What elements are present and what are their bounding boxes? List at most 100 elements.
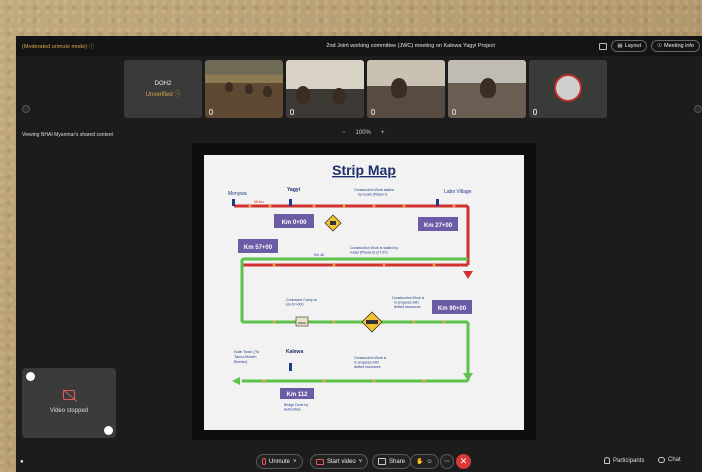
self-view-expand-icon[interactable] <box>104 426 113 435</box>
strip-map-graphic: Strip Map Monywa Yagyi Labo Village 68 k… <box>228 162 473 412</box>
mic-icon <box>371 109 375 115</box>
kalewa-label: Kalewa <box>286 349 303 355</box>
raise-hand-icon: ✋ <box>416 459 424 465</box>
start-video-button[interactable]: Start video ˅ <box>310 454 369 469</box>
camera-off-icon <box>63 390 75 400</box>
work-stalled-sign-icon <box>324 214 342 232</box>
moderated-mode-status[interactable]: (Moderated unmute mode) ⓘ <box>22 42 222 50</box>
shield-icon: ☉ <box>657 43 663 49</box>
person-figure <box>296 86 310 104</box>
reactions-button[interactable]: ✋ ☺ <box>410 454 439 469</box>
participant-tile-video[interactable] <box>205 60 283 118</box>
km-27-label: Km 27+00 <box>424 223 453 229</box>
share-view-bar: Viewing NHAI Myanmar's shared content − … <box>16 128 702 142</box>
zoom-in-button[interactable]: + <box>381 130 385 136</box>
layout-button[interactable]: ▤ Layout <box>611 40 648 52</box>
person-figure <box>245 84 253 94</box>
kale-town-label: Kale Town (To Tamu-Moreh Border) <box>234 349 260 364</box>
meeting-title: 2nd Joint working committee (JWC) meetin… <box>326 43 495 49</box>
more-left-icon[interactable]: ● <box>20 454 24 469</box>
location-marker <box>436 199 439 206</box>
location-marker <box>232 199 235 206</box>
chat-label: Chat <box>668 457 681 463</box>
yagyi-label: Yagyi <box>287 187 301 193</box>
meeting-info-button[interactable]: ☉ Meeting info <box>651 40 700 52</box>
participant-tile-logo[interactable] <box>529 60 607 118</box>
participant-unverified-badge: Unverified ⓘ <box>145 91 181 98</box>
layout-label: Layout <box>624 43 642 49</box>
participants-button[interactable]: Participants <box>604 457 644 464</box>
participants-label: Participants <box>613 457 645 464</box>
chat-button[interactable]: Chat <box>658 457 681 463</box>
route-arrowhead <box>232 377 240 385</box>
title-bar: (Moderated unmute mode) ⓘ 2nd Joint work… <box>16 36 702 56</box>
bridge-note: Bridge Done by Authorities <box>284 403 308 412</box>
self-view-menu-icon[interactable] <box>26 372 35 381</box>
km-57-label: Km 57+00 <box>244 245 273 251</box>
zoom-controls: − 100% + <box>342 130 384 136</box>
zoom-level: 100% <box>355 130 371 136</box>
note-contractor-camp: Contractor Camp at km 67+000 <box>286 298 317 307</box>
share-button[interactable]: Share <box>372 454 412 469</box>
km-68-label: 68 km <box>254 200 264 204</box>
note-stalled-phase-1: Construction Work stalled by locals (Phas… <box>354 188 394 197</box>
share-label: Share <box>389 458 406 465</box>
labo-village-label: Labo Village <box>444 189 472 195</box>
self-view-tile[interactable]: Video stopped <box>22 368 116 438</box>
unmute-label: Unmute <box>269 458 291 465</box>
strip-prev-arrow-icon[interactable] <box>22 105 30 113</box>
chevron-down-icon[interactable]: ˅ <box>293 459 297 465</box>
person-figure <box>480 78 496 98</box>
end-call-button[interactable]: ✕ <box>456 454 471 469</box>
shared-content-slide: Strip Map Monywa Yagyi Labo Village 68 k… <box>192 143 536 440</box>
participant-tile-doh2[interactable]: DOH2 Unverified ⓘ <box>124 60 202 118</box>
mic-muted-icon <box>262 458 266 465</box>
mic-icon <box>452 109 456 115</box>
viewing-shared-content-label: Viewing NHAI Myanmar's shared content <box>22 132 113 138</box>
monywa-label: Monywa <box>228 191 247 197</box>
note-in-progress-2: Construction Work is in progress with limi… <box>354 356 386 369</box>
more-icon: ⋯ <box>444 459 450 465</box>
chat-icon <box>658 457 665 463</box>
unmute-button[interactable]: Unmute ˅ <box>256 454 303 469</box>
mic-icon <box>209 109 213 115</box>
note-stalled-phase-2: Construction Work is stalled by locals (P… <box>350 246 398 255</box>
participant-tile-video[interactable] <box>448 60 526 118</box>
meeting-info-label: Meeting info <box>664 43 694 49</box>
close-icon: ✕ <box>459 456 468 466</box>
zoom-out-button[interactable]: − <box>342 130 346 136</box>
camp-sign-icon <box>295 316 309 327</box>
participant-tile-video[interactable] <box>367 60 445 118</box>
grid-icon[interactable] <box>599 42 608 50</box>
person-figure <box>391 78 407 98</box>
mic-icon <box>290 109 294 115</box>
strip-map-title: Strip Map <box>332 162 396 178</box>
meeting-window: (Moderated unmute mode) ⓘ 2nd Joint work… <box>16 36 702 472</box>
participant-tile-video[interactable] <box>286 60 364 118</box>
organization-logo-icon <box>554 74 582 102</box>
person-figure <box>263 86 272 97</box>
note-in-progress-1: Construction Work is in progress with limi… <box>392 296 424 309</box>
strip-next-arrow-icon[interactable] <box>694 105 702 113</box>
person-figure <box>332 88 346 104</box>
meeting-controls-bar: ● Unmute ˅ Start video ˅ Share ✋ ☺ ⋯ ✕ P… <box>16 450 702 472</box>
more-options-button[interactable]: ⋯ <box>440 454 454 469</box>
emoji-icon: ☺ <box>426 458 433 465</box>
share-icon <box>378 458 386 465</box>
participants-icon <box>604 457 610 464</box>
person-figure <box>225 82 233 92</box>
route-milestone-dots <box>248 204 456 383</box>
km-90-label: Km 90+00 <box>438 306 467 312</box>
participant-name: DOH2 <box>154 80 172 87</box>
layout-icon: ▤ <box>617 43 623 49</box>
km-0-label: Km 0+00 <box>282 220 308 226</box>
start-video-label: Start video <box>327 458 356 465</box>
chevron-down-icon[interactable]: ˅ <box>359 459 363 465</box>
location-marker <box>289 363 292 371</box>
mic-icon <box>533 109 537 115</box>
route-arrowhead <box>463 271 473 279</box>
location-marker <box>289 199 292 206</box>
video-stopped-label: Video stopped <box>49 408 89 414</box>
km-112-label: Km 112 <box>286 392 308 398</box>
participant-strip: DOH2 Unverified ⓘ <box>16 56 702 122</box>
